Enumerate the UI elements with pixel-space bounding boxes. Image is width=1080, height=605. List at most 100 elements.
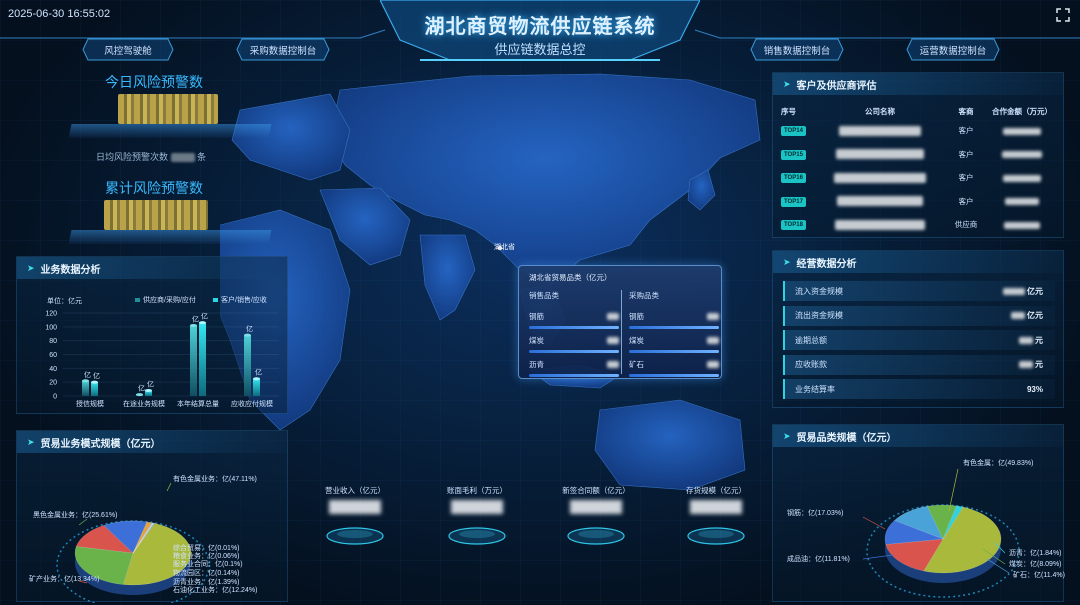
y-tick-label: 40 — [49, 366, 57, 373]
popup-sales-caption: 销售品类 — [529, 291, 559, 300]
stat-value-redacted — [329, 500, 381, 514]
popup-item[interactable]: 煤炭 — [629, 333, 719, 353]
popup-item-bar — [529, 374, 619, 377]
daily-risk-label: 日均风险预警次数 — [96, 152, 169, 162]
legend-swatch — [135, 298, 140, 302]
operations-row-label: 业务结算率 — [795, 384, 835, 394]
stat-card[interactable]: 营业收入（亿元） — [300, 485, 410, 514]
nav-operations-console[interactable]: 运营数据控制台 — [906, 38, 1000, 61]
popup-title: 湖北省贸易品类（亿元） — [529, 273, 612, 282]
total-risk-base — [68, 230, 272, 244]
pie-label: 矿石：亿(11.4%) — [1013, 570, 1065, 579]
operations-row-label: 逾期总额 — [795, 335, 827, 345]
bar-value-label: 亿 — [147, 379, 154, 388]
nav-procurement-console[interactable]: 采购数据控制台 — [236, 38, 330, 61]
hubei-category-popup[interactable]: 湖北省贸易品类（亿元） 销售品类 钢筋 煤炭 沥青 采购品类 钢筋 煤炭 矿石 — [518, 265, 722, 379]
nav-sales-console[interactable]: 销售数据控制台 — [750, 38, 844, 61]
daily-risk-value — [170, 153, 195, 163]
company-name-redacted — [836, 149, 924, 160]
operations-panel: ➤ 经营数据分析 流入资金规模 亿元 流出资金规模 亿元 逾期总额 元应收账款元业务结算率 9… — [772, 250, 1064, 408]
company-name-redacted — [839, 125, 921, 136]
legend-label[interactable]: 客户/销售/应收 — [221, 295, 267, 304]
bar-cap — [145, 388, 152, 392]
rank-tag: TOP17 — [781, 196, 806, 207]
operations-row[interactable]: 流出资金规模 亿元 — [783, 305, 1055, 326]
operations-row[interactable]: 逾期总额 元 — [783, 330, 1055, 350]
rank-tag: TOP14 — [781, 126, 806, 137]
bar-cap — [82, 379, 89, 383]
map-australia — [594, 399, 746, 490]
y-tick-label: 20 — [49, 380, 57, 387]
operations-row[interactable]: 业务结算率 93% — [783, 379, 1055, 399]
popup-item-bar — [629, 350, 719, 353]
map-hubei-label: 湖北省 — [494, 244, 515, 251]
stat-pedestal — [448, 527, 506, 545]
bar-授信规模-客户/销售/应收[interactable] — [91, 382, 98, 396]
partner-type: 客户 — [958, 149, 974, 159]
popup-item[interactable]: 煤炭 — [529, 333, 619, 353]
header-wing-left — [0, 29, 386, 39]
bar-应收应付规模-客户/销售/应收[interactable] — [253, 378, 260, 396]
trade-mode-panel: ➤ 贸易业务模式规模（亿元） 有色金属业务：亿(47.11%) 黑色金属业务：亿(2… — [16, 430, 289, 605]
table-row[interactable]: TOP17 客户 — [781, 190, 1057, 214]
partner-type: 客户 — [958, 173, 974, 183]
business-panel-header: ➤ 业务数据分析 — [17, 257, 287, 279]
page-title: 湖北商贸物流供应链系统 — [424, 16, 656, 38]
stat-label: 营业收入（亿元） — [325, 486, 385, 495]
business-bar-chart[interactable]: 单位：亿元020406080100120供应商/采购/应付 客户/销售/应收亿 亿授… — [17, 279, 289, 415]
trade-mode-pie-chart[interactable]: 有色金属业务：亿(47.11%) 黑色金属业务：亿(25.61%) 矿产业务：亿(1… — [17, 453, 289, 605]
popup-item[interactable]: 钢筋 — [529, 309, 619, 329]
x-tick-label: 在途业务规模 — [123, 399, 165, 408]
trade-category-panel-header: ➤ 贸易品类规模（亿元） — [773, 425, 1063, 447]
trade-category-pie-chart[interactable]: 有色金属：亿(49.83%) 钢筋：亿(17.03%) 成品油：亿(11.81%) 矿… — [773, 447, 1065, 603]
legend-label[interactable]: 供应商/采购/应付 — [143, 295, 196, 304]
operations-row[interactable]: 流入资金规模 亿元 — [783, 281, 1055, 301]
bar-value-label: 亿 — [192, 314, 199, 323]
page-subtitle: 供应链数据总控 — [494, 42, 586, 57]
pie-label: 沥青：亿(1.84%) — [1009, 548, 1062, 557]
table-row[interactable]: TOP14 客户 — [781, 119, 1057, 143]
popup-item[interactable]: 沥青 — [529, 357, 619, 377]
bar-本年结算总量-客户/销售/应收[interactable] — [199, 322, 206, 396]
map-india — [419, 234, 476, 321]
amount-redacted — [1004, 221, 1040, 229]
table-row[interactable]: TOP18 供应商 — [781, 213, 1057, 237]
popup-item-value-redacted — [707, 360, 719, 368]
rank-tag: TOP18 — [781, 220, 806, 231]
operations-value-redacted — [1003, 287, 1025, 295]
operations-row[interactable]: 应收账款 元 — [783, 354, 1055, 375]
stat-label: 账面毛利（万元） — [447, 486, 507, 495]
stat-card[interactable]: 存货规模（亿元） — [661, 485, 771, 514]
rank-tag: TOP15 — [781, 149, 806, 160]
bar-本年结算总量-供应商/采购/应付[interactable] — [190, 325, 197, 396]
pie-label: 矿产业务：亿(13.34%) — [29, 574, 99, 583]
bar-应收应付规模-供应商/采购/应付[interactable] — [244, 335, 251, 396]
today-risk-title: 今日风险预警数 — [105, 74, 203, 90]
bar-授信规模-供应商/采购/应付[interactable] — [82, 380, 89, 396]
bar-cap — [199, 321, 206, 325]
today-risk-value — [118, 94, 218, 124]
total-risk-title: 累计风险预警数 — [105, 180, 203, 196]
company-name-redacted — [837, 196, 923, 207]
operations-row-value: 元 — [1035, 335, 1043, 345]
x-tick-label: 本年结算总量 — [177, 399, 219, 408]
table-row[interactable]: TOP15 客户 — [781, 143, 1057, 167]
nav-risk-cockpit[interactable]: 风控驾驶舱 — [82, 38, 174, 61]
bar-value-label: 亿 — [255, 368, 262, 377]
stat-pedestal — [326, 527, 384, 545]
operations-row-value: 亿元 — [1027, 286, 1043, 296]
popup-item[interactable]: 矿石 — [629, 357, 719, 377]
operations-panel-header: ➤ 经营数据分析 — [773, 251, 1063, 273]
popup-item-value-redacted — [707, 336, 719, 344]
popup-item[interactable]: 钢筋 — [629, 309, 719, 329]
header-wing-right — [694, 29, 1080, 39]
popup-item-label: 矿石 — [629, 359, 644, 369]
bar-cap — [253, 377, 260, 381]
operations-row-label: 应收账款 — [795, 360, 827, 369]
fullscreen-icon[interactable] — [1056, 8, 1070, 22]
table-row[interactable]: TOP16 客户 — [781, 166, 1057, 190]
stat-card[interactable]: 新签合同额（亿元） — [541, 485, 651, 514]
pie-label: 服务业合同：亿(0.1%) — [173, 559, 243, 568]
bar-cap — [136, 393, 143, 397]
stat-card[interactable]: 账面毛利（万元） — [422, 485, 532, 514]
